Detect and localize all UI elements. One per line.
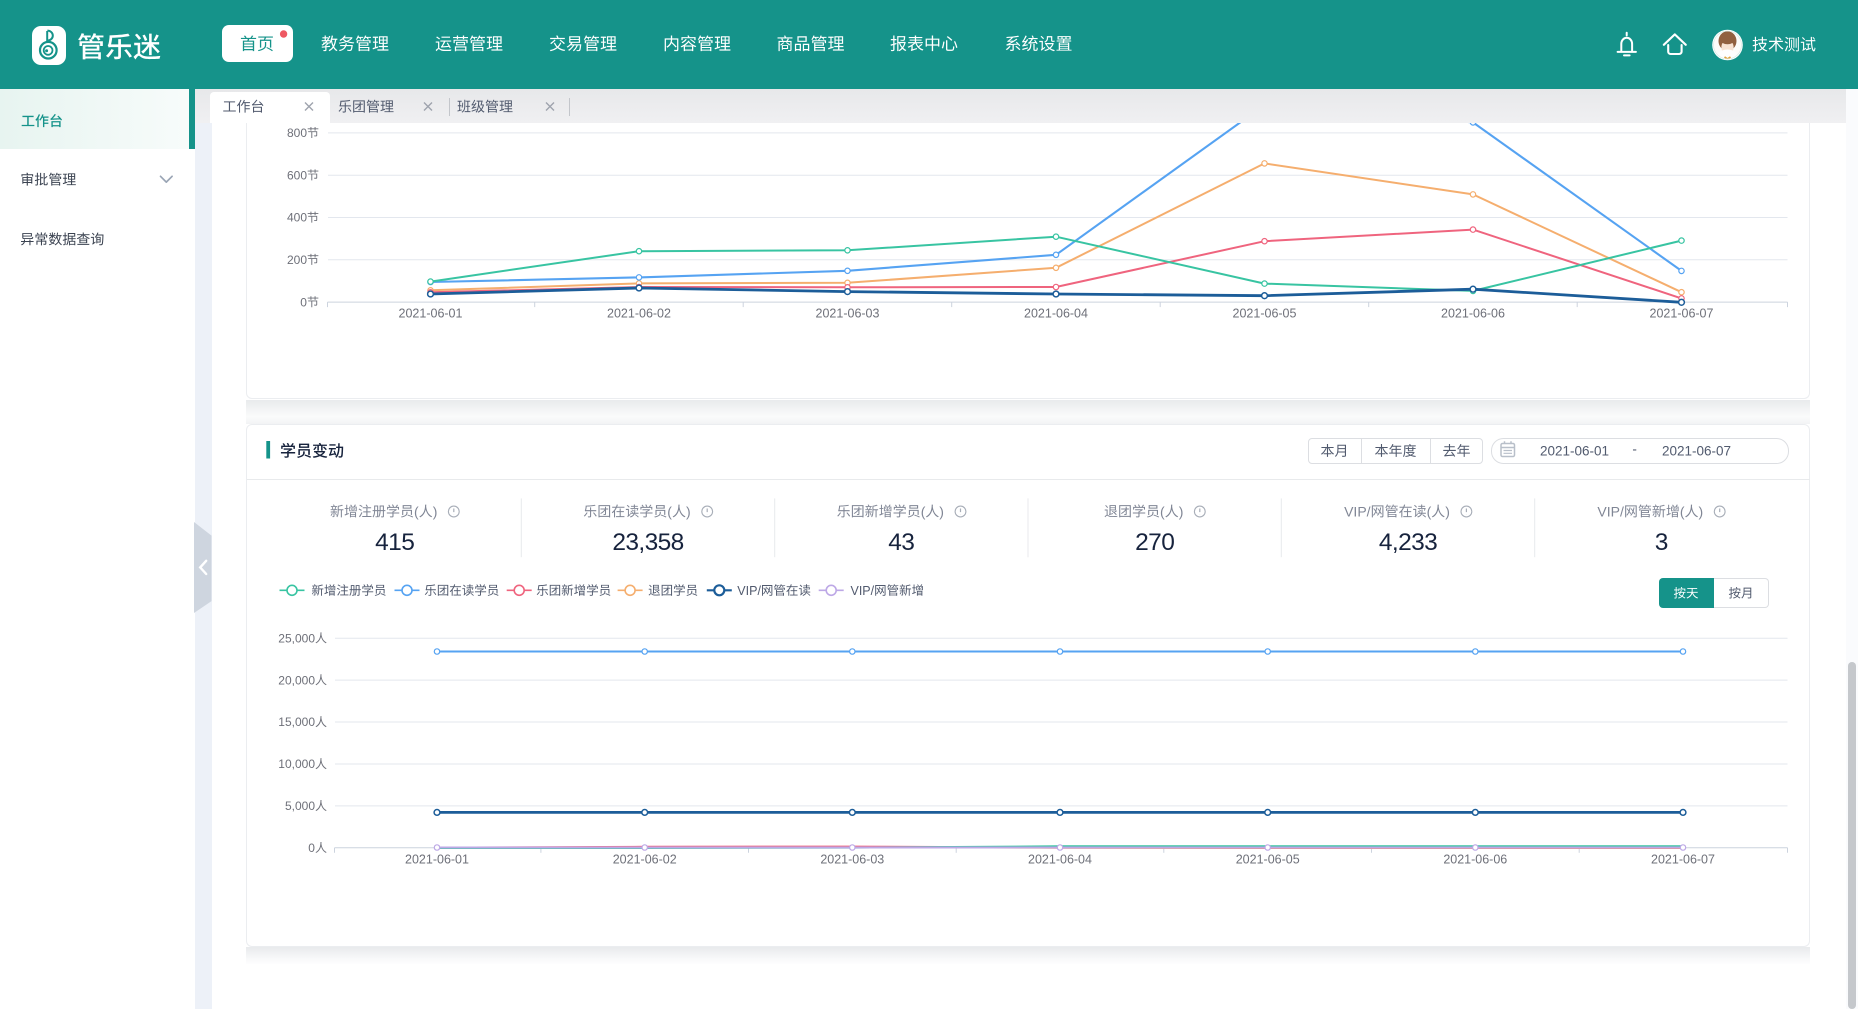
svg-text:): ): [939, 503, 944, 519]
svg-text:25,000: 25,000: [278, 631, 315, 645]
svg-text:): ): [686, 503, 691, 519]
svg-text:2021-06-01: 2021-06-01: [1540, 444, 1609, 459]
svg-text:2021-06-02: 2021-06-02: [613, 853, 677, 867]
svg-text:(: (: [1160, 503, 1165, 519]
svg-text:4,233: 4,233: [1379, 529, 1437, 556]
svg-text:): ): [433, 503, 438, 519]
svg-text:20,000: 20,000: [278, 673, 315, 687]
svg-text:2021-06-03: 2021-06-03: [816, 307, 880, 321]
svg-text:(: (: [667, 503, 672, 519]
svg-text:270: 270: [1135, 529, 1174, 556]
svg-text:43: 43: [888, 529, 914, 556]
svg-text:(: (: [921, 503, 926, 519]
svg-text:2021-06-07: 2021-06-07: [1651, 853, 1715, 867]
svg-text:2021-06-01: 2021-06-01: [405, 853, 469, 867]
svg-text:800: 800: [287, 126, 307, 140]
svg-text:200: 200: [287, 253, 307, 267]
svg-text:VIP/: VIP/: [1597, 503, 1624, 519]
svg-text:(: (: [1427, 503, 1432, 519]
svg-text:2021-06-07: 2021-06-07: [1662, 444, 1731, 459]
svg-text:(: (: [414, 503, 419, 519]
svg-text:VIP/: VIP/: [737, 584, 761, 598]
svg-text:): ): [1699, 503, 1704, 519]
svg-text:23,358: 23,358: [612, 529, 683, 556]
svg-text:VIP/: VIP/: [851, 584, 875, 598]
svg-text:15,000: 15,000: [278, 715, 315, 729]
svg-text:2021-06-05: 2021-06-05: [1236, 853, 1300, 867]
svg-text:2021-06-04: 2021-06-04: [1024, 307, 1088, 321]
svg-text:0: 0: [308, 841, 315, 855]
svg-text:2021-06-05: 2021-06-05: [1233, 307, 1297, 321]
svg-text:2021-06-04: 2021-06-04: [1028, 853, 1092, 867]
svg-text:2021-06-02: 2021-06-02: [607, 307, 671, 321]
svg-text:0: 0: [300, 295, 307, 309]
svg-text:2021-06-03: 2021-06-03: [820, 853, 884, 867]
svg-text:2021-06-06: 2021-06-06: [1441, 307, 1505, 321]
svg-text:2021-06-01: 2021-06-01: [399, 307, 463, 321]
svg-text:400: 400: [287, 211, 307, 225]
svg-text:5,000: 5,000: [285, 799, 315, 813]
svg-text:): ): [1179, 503, 1184, 519]
svg-text:2021-06-06: 2021-06-06: [1443, 853, 1507, 867]
svg-text:2021-06-07: 2021-06-07: [1650, 307, 1714, 321]
svg-text:3: 3: [1655, 529, 1668, 556]
svg-text:10,000: 10,000: [278, 757, 315, 771]
svg-text:(: (: [1680, 503, 1685, 519]
svg-text:415: 415: [375, 529, 414, 556]
svg-text:VIP/: VIP/: [1344, 503, 1371, 519]
svg-text:): ): [1445, 503, 1450, 519]
svg-text:600: 600: [287, 168, 307, 182]
svg-text:-: -: [1632, 442, 1637, 457]
